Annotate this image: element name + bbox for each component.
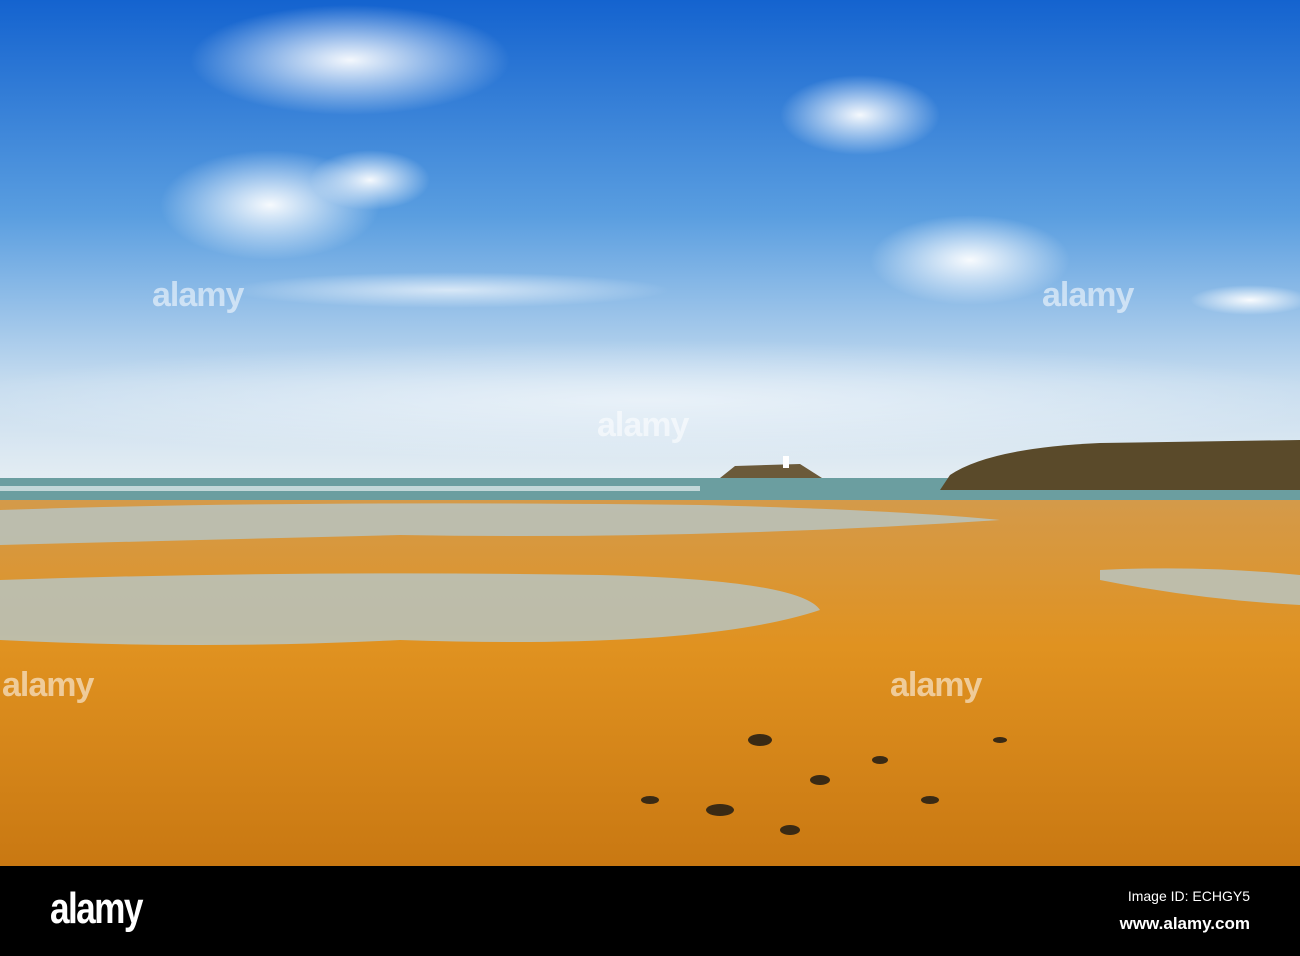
watermark: alamy [597,406,689,444]
watermark: alamy [890,666,982,704]
watermark: alamy [2,666,94,704]
sand [0,500,1300,866]
alamy-logo: alamy [50,884,143,933]
watermark: alamy [152,276,244,314]
footer-bar: alamy Image ID: ECHGY5 www.alamy.com [0,866,1300,956]
lighthouse [783,456,789,468]
watermark: alamy [1042,276,1134,314]
stock-photo: alamy alamy alamy alamy alamy alamy Imag… [0,0,1300,956]
site-url: www.alamy.com [1119,914,1250,933]
image-id: Image ID: ECHGY5 [1127,888,1250,904]
